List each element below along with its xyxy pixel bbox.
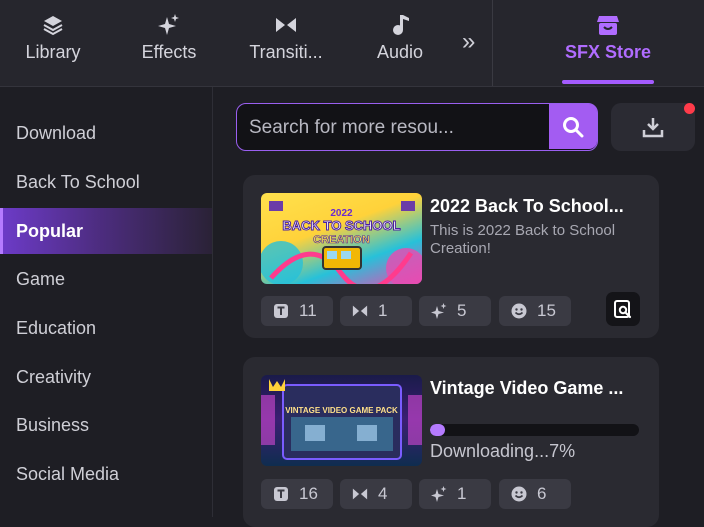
sidebar-item-label: Download — [16, 122, 97, 143]
search-box — [236, 103, 598, 151]
tab-effects-label: Effects — [141, 42, 197, 62]
effects-count-chip: 5 — [419, 296, 491, 326]
tab-audio-label: Audio — [376, 42, 424, 62]
sidebar-item-label: Popular — [16, 220, 84, 241]
tab-transitions-label: Transiti... — [249, 42, 323, 62]
thumb-main-text: VINTAGE VIDEO GAME PACK — [285, 406, 398, 415]
download-status-text: Downloading...7% — [430, 441, 576, 461]
thumb-sub-text: CREATION — [313, 234, 370, 246]
chip-value: 16 — [299, 484, 318, 503]
downloads-button[interactable] — [611, 103, 695, 151]
sidebar-item-creativity[interactable]: Creativity — [0, 354, 212, 400]
resource-title: Vintage Video Game ... — [430, 378, 624, 398]
chip-value: 15 — [537, 301, 556, 320]
titles-count-chip: 11 — [261, 296, 333, 326]
toolbar-divider — [492, 0, 493, 86]
search-button[interactable] — [549, 104, 597, 149]
title-text-icon — [273, 486, 289, 502]
transitions-count-chip: 4 — [340, 479, 412, 509]
layers-icon — [42, 12, 64, 38]
effects-count-chip: 1 — [419, 479, 491, 509]
tab-sfx-store-label: SFX Store — [564, 42, 652, 62]
chip-value: 6 — [537, 484, 547, 503]
stickers-count-chip: 6 — [499, 479, 571, 509]
tab-effects[interactable]: Effects — [130, 0, 208, 86]
transitions-count-chip: 1 — [340, 296, 412, 326]
sidebar-item-download[interactable]: Download — [0, 110, 212, 156]
transition-icon — [352, 486, 368, 502]
chip-value: 5 — [457, 301, 467, 320]
sidebar-item-education[interactable]: Education — [0, 305, 212, 351]
transition-icon — [352, 303, 368, 319]
sparkles-icon — [158, 12, 180, 38]
sidebar-item-business[interactable]: Business — [0, 402, 212, 448]
sidebar-item-label: Social Media — [16, 463, 120, 484]
category-sidebar: Download Back To School Popular Game Edu… — [0, 87, 213, 517]
preview-button[interactable] — [606, 292, 640, 326]
music-note-icon — [390, 12, 410, 38]
sidebar-item-label: Back To School — [16, 171, 140, 192]
sidebar-item-label: Business — [16, 414, 90, 435]
titles-count-chip: 16 — [261, 479, 333, 509]
tab-library[interactable]: Library — [14, 0, 92, 86]
resource-description: This is 2022 Back to School Creation! — [430, 222, 616, 257]
sparkles-icon — [431, 485, 447, 502]
chip-value: 11 — [299, 301, 317, 320]
download-icon — [642, 118, 664, 138]
tab-audio[interactable]: Audio — [364, 0, 436, 86]
resource-card-back-to-school[interactable]: 2022 BACK TO SCHOOL CREATION 2022 Back T… — [243, 175, 659, 338]
tab-library-label: Library — [25, 42, 81, 62]
smiley-icon — [511, 486, 527, 502]
sidebar-item-label: Education — [16, 317, 97, 338]
sidebar-item-label: Game — [16, 268, 66, 289]
chevron-double-right-icon[interactable]: » — [462, 28, 475, 56]
sidebar-item-popular[interactable]: Popular — [0, 208, 212, 254]
resource-title: 2022 Back To School... — [430, 196, 624, 216]
smiley-icon — [511, 303, 527, 319]
resource-card-vintage-video-game[interactable]: VINTAGE VIDEO GAME PACK Vintage Video Ga… — [243, 357, 659, 527]
search-input[interactable] — [247, 104, 551, 151]
chip-value: 1 — [457, 484, 467, 503]
tab-transitions[interactable]: Transiti... — [240, 0, 332, 86]
sidebar-item-back-to-school[interactable]: Back To School — [0, 159, 212, 205]
sidebar-item-label: Creativity — [16, 366, 92, 387]
top-toolbar: Library Effects Transiti... Audio » SFX … — [0, 0, 704, 87]
search-icon — [563, 116, 584, 137]
resource-thumbnail: 2022 BACK TO SCHOOL CREATION — [261, 193, 422, 284]
download-progress-bar — [430, 424, 639, 436]
download-progress-fill — [430, 424, 445, 436]
sidebar-item-social-media[interactable]: Social Media — [0, 451, 212, 497]
sparkles-icon — [431, 302, 447, 319]
title-text-icon — [273, 303, 289, 319]
preview-search-icon — [614, 300, 632, 319]
tab-sfx-store[interactable]: SFX Store — [556, 0, 660, 86]
chip-value: 4 — [378, 484, 388, 503]
resource-thumbnail: VINTAGE VIDEO GAME PACK — [261, 375, 422, 466]
active-tab-indicator — [562, 80, 654, 84]
notification-dot — [684, 103, 695, 114]
stickers-count-chip: 15 — [499, 296, 571, 326]
store-icon — [596, 12, 620, 38]
chip-value: 1 — [378, 301, 388, 320]
sidebar-item-game[interactable]: Game — [0, 256, 212, 302]
transition-icon — [275, 12, 297, 38]
thumb-main-text: BACK TO SCHOOL — [282, 218, 400, 233]
